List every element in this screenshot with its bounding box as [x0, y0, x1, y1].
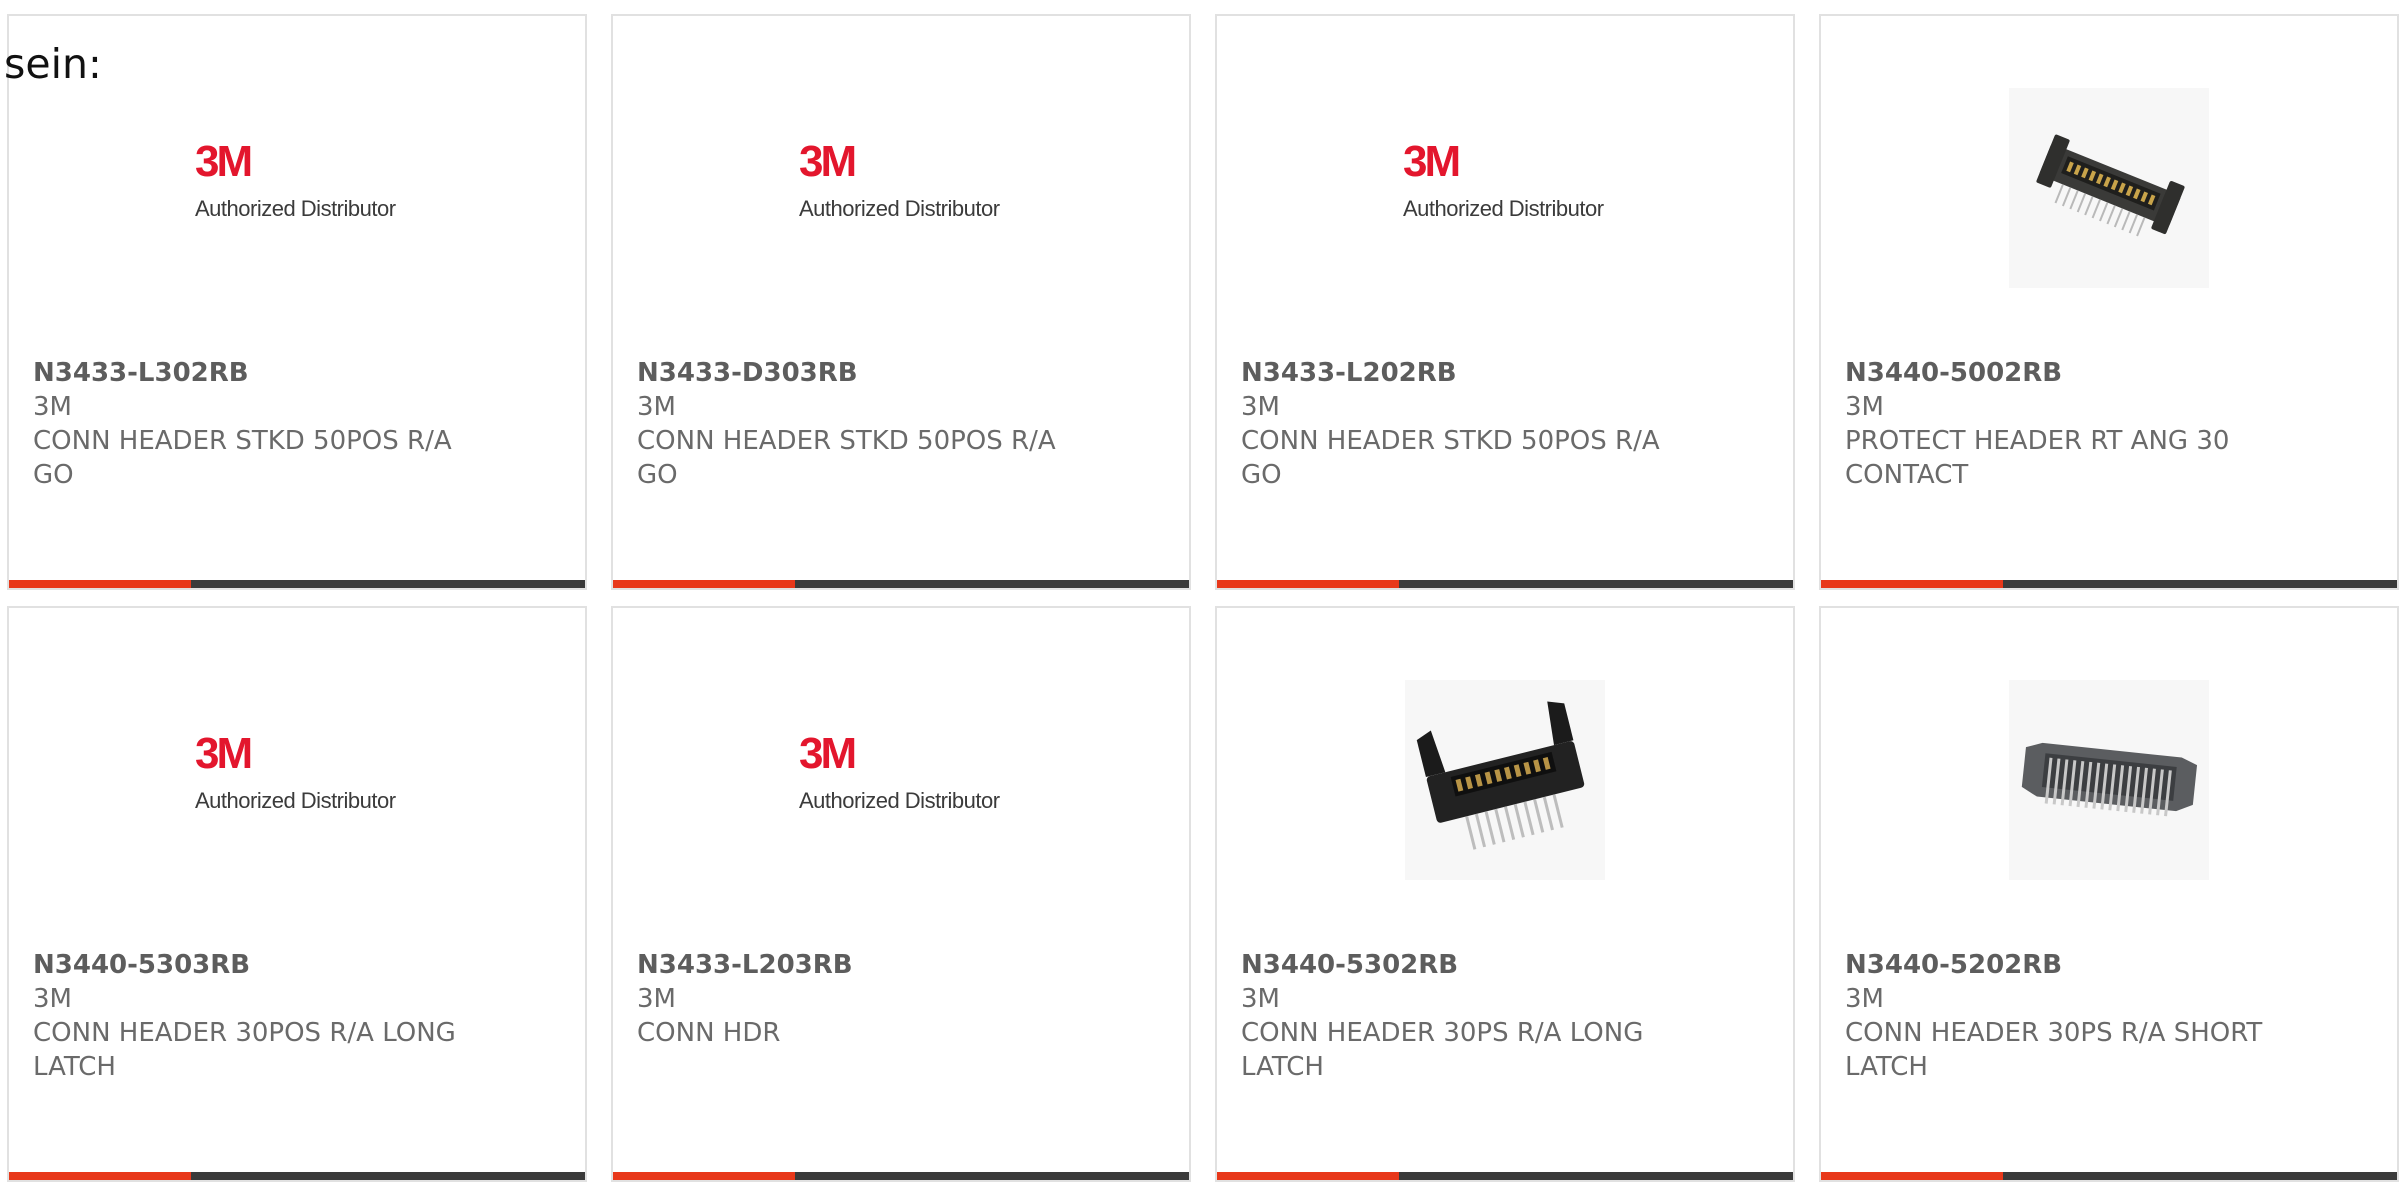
product-card[interactable]: N3440-5002RB 3M PROTECT HEADER RT ANG 30… — [1819, 14, 2399, 590]
logo-subtitle: Authorized Distributor — [799, 788, 1000, 813]
product-card[interactable]: 3M Authorized Distributor N3433-L302RB 3… — [7, 14, 587, 590]
product-image[interactable] — [1821, 84, 2397, 292]
part-number-link[interactable]: N3433-L202RB — [1241, 356, 1673, 390]
logo-mark: 3M — [799, 137, 857, 186]
card-bottom-bar — [613, 580, 1189, 588]
manufacturer: 3M — [637, 392, 676, 422]
3m-logo-icon: 3M Authorized Distributor — [799, 732, 1003, 828]
manufacturer: 3M — [637, 984, 676, 1014]
card-bottom-bar — [1217, 580, 1793, 588]
manufacturer: 3M — [1241, 392, 1280, 422]
card-bottom-bar — [1217, 1172, 1793, 1180]
manufacturer: 3M — [1845, 392, 1884, 422]
card-accent — [9, 1172, 191, 1180]
card-accent — [613, 1172, 795, 1180]
logo-mark: 3M — [799, 729, 857, 778]
product-info: N3440-5202RB 3M CONN HEADER 30PS R/A SHO… — [1845, 948, 2277, 1084]
card-bottom-bar — [9, 1172, 585, 1180]
product-image[interactable]: 3M Authorized Distributor — [613, 84, 1189, 292]
part-number-link[interactable]: N3440-5202RB — [1845, 948, 2277, 982]
logo-subtitle: Authorized Distributor — [195, 788, 396, 813]
product-card[interactable]: N3440-5202RB 3M CONN HEADER 30PS R/A SHO… — [1819, 606, 2399, 1182]
card-accent — [613, 580, 795, 588]
description: CONN HEADER STKD 50POS R/A GO — [1241, 426, 1660, 490]
header-connector-icon — [2009, 88, 2209, 288]
logo-subtitle: Authorized Distributor — [799, 196, 1000, 221]
3m-logo-icon: 3M Authorized Distributor — [799, 140, 1003, 236]
card-bottom-bar — [1821, 1172, 2397, 1180]
card-accent — [1821, 580, 2003, 588]
description: CONN HEADER STKD 50POS R/A GO — [33, 426, 452, 490]
product-image[interactable]: 3M Authorized Distributor — [9, 84, 585, 292]
3m-logo-icon: 3M Authorized Distributor — [195, 140, 399, 236]
card-accent — [9, 580, 191, 588]
manufacturer: 3M — [33, 392, 72, 422]
product-card[interactable]: 3M Authorized Distributor N3433-L202RB 3… — [1215, 14, 1795, 590]
product-image[interactable]: 3M Authorized Distributor — [613, 676, 1189, 884]
part-number-link[interactable]: N3440-5303RB — [33, 948, 465, 982]
product-card[interactable]: 3M Authorized Distributor N3433-D303RB 3… — [611, 14, 1191, 590]
product-info: N3440-5002RB 3M PROTECT HEADER RT ANG 30… — [1845, 356, 2277, 492]
description: CONN HEADER 30POS R/A LONG LATCH — [33, 1018, 456, 1082]
logo-mark: 3M — [195, 729, 253, 778]
product-image[interactable]: 3M Authorized Distributor — [1217, 84, 1793, 292]
product-info: N3440-5303RB 3M CONN HEADER 30POS R/A LO… — [33, 948, 465, 1084]
description: PROTECT HEADER RT ANG 30 CONTACT — [1845, 426, 2230, 490]
intro-text: sein: — [4, 40, 102, 88]
product-info: N3433-L202RB 3M CONN HEADER STKD 50POS R… — [1241, 356, 1673, 492]
part-number-link[interactable]: N3440-5302RB — [1241, 948, 1673, 982]
product-image[interactable] — [1217, 676, 1793, 884]
logo-mark: 3M — [1403, 137, 1461, 186]
product-card[interactable]: N3440-5302RB 3M CONN HEADER 30PS R/A LON… — [1215, 606, 1795, 1182]
logo-subtitle: Authorized Distributor — [1403, 196, 1604, 221]
product-grid: 3M Authorized Distributor N3433-L302RB 3… — [7, 14, 2399, 1182]
card-accent — [1821, 1172, 2003, 1180]
product-info: N3440-5302RB 3M CONN HEADER 30PS R/A LON… — [1241, 948, 1673, 1084]
product-image[interactable]: 3M Authorized Distributor — [9, 676, 585, 884]
card-accent — [1217, 580, 1399, 588]
product-info: N3433-L302RB 3M CONN HEADER STKD 50POS R… — [33, 356, 465, 492]
logo-subtitle: Authorized Distributor — [195, 196, 396, 221]
product-card[interactable]: 3M Authorized Distributor N3440-5303RB 3… — [7, 606, 587, 1182]
description: CONN HEADER STKD 50POS R/A GO — [637, 426, 1056, 490]
product-info: N3433-L203RB 3M CONN HDR — [637, 948, 1069, 1050]
description: CONN HEADER 30PS R/A LONG LATCH — [1241, 1018, 1644, 1082]
description: CONN HDR — [637, 1018, 781, 1048]
card-bottom-bar — [1821, 580, 2397, 588]
card-bottom-bar — [9, 580, 585, 588]
product-image[interactable] — [1821, 676, 2397, 884]
manufacturer: 3M — [1241, 984, 1280, 1014]
logo-mark: 3M — [195, 137, 253, 186]
card-bottom-bar — [613, 1172, 1189, 1180]
product-info: N3433-D303RB 3M CONN HEADER STKD 50POS R… — [637, 356, 1069, 492]
manufacturer: 3M — [1845, 984, 1884, 1014]
latch-header-icon — [1405, 680, 1605, 880]
3m-logo-icon: 3M Authorized Distributor — [1403, 140, 1607, 236]
manufacturer: 3M — [33, 984, 72, 1014]
3m-logo-icon: 3M Authorized Distributor — [195, 732, 399, 828]
card-accent — [1217, 1172, 1399, 1180]
part-number-link[interactable]: N3433-L302RB — [33, 356, 465, 390]
description: CONN HEADER 30PS R/A SHORT LATCH — [1845, 1018, 2263, 1082]
short-latch-header-icon — [2009, 680, 2209, 880]
part-number-link[interactable]: N3440-5002RB — [1845, 356, 2277, 390]
part-number-link[interactable]: N3433-D303RB — [637, 356, 1069, 390]
product-card[interactable]: 3M Authorized Distributor N3433-L203RB 3… — [611, 606, 1191, 1182]
part-number-link[interactable]: N3433-L203RB — [637, 948, 1069, 982]
